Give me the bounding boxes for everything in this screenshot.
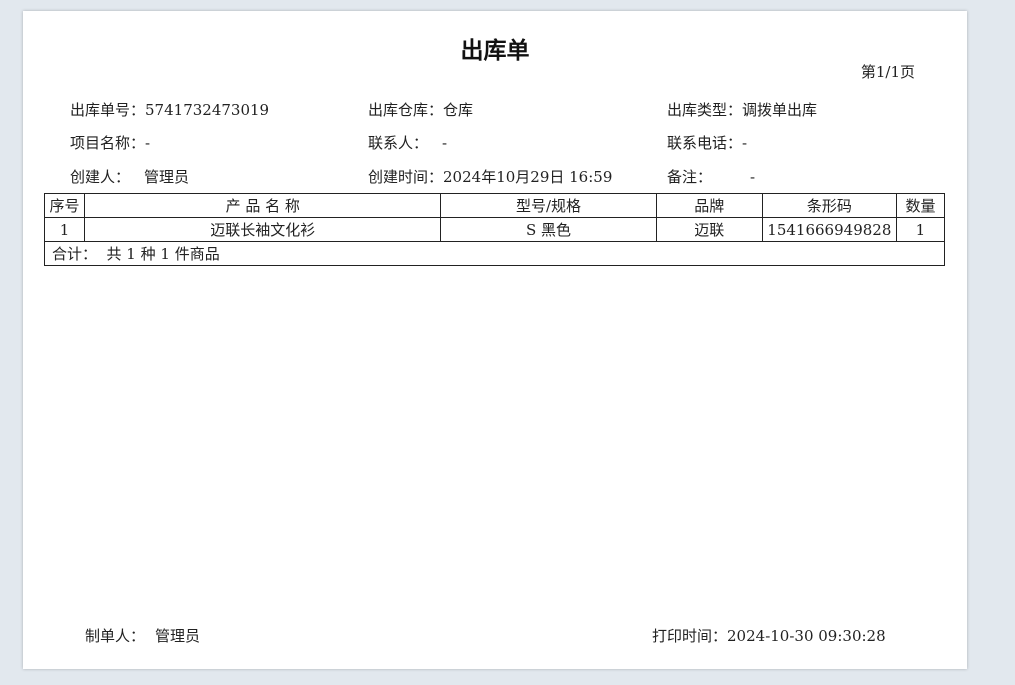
cell-quantity: 1 <box>895 217 946 242</box>
outbound-type-value: 调拨单出库 <box>742 101 818 119</box>
print-time-label: 打印时间： <box>652 627 728 645</box>
cell-barcode: 1541666949828 <box>761 217 897 242</box>
project-label: 项目名称： <box>70 134 146 152</box>
remark-label: 备注： <box>667 168 713 186</box>
order-number-value: 5741732473019 <box>145 101 270 119</box>
print-time-field: 打印时间：2024-10-30 09:30:28 <box>652 625 886 646</box>
column-header-product-name: 产 品 名 称 <box>84 193 442 218</box>
project-value: - <box>145 134 151 152</box>
order-number-field: 出库单号：5741732473019 <box>70 99 269 120</box>
column-header-model-spec: 型号/规格 <box>440 193 657 218</box>
creator-field: 创建人： 管理员 <box>70 166 189 187</box>
warehouse-value: 仓库 <box>443 101 474 119</box>
table-row: 1 迈联长袖文化衫 S 黑色 迈联 1541666949828 1 <box>43 217 946 242</box>
summary-row: 合计： 共 1 种 1 件商品 <box>44 241 945 266</box>
column-header-index: 序号 <box>43 193 86 218</box>
maker-field: 制单人： 管理员 <box>85 625 200 646</box>
contact-label: 联系人： <box>368 134 429 152</box>
phone-field: 联系电话：- <box>667 132 747 153</box>
outbound-type-field: 出库类型：调拨单出库 <box>667 99 817 120</box>
cell-model-spec: S 黑色 <box>440 217 657 242</box>
column-header-brand: 品牌 <box>655 193 763 218</box>
order-number-label: 出库单号： <box>70 101 146 119</box>
phone-label: 联系电话： <box>667 134 743 152</box>
remark-field: 备注： - <box>667 166 755 187</box>
warehouse-field: 出库仓库：仓库 <box>368 99 473 120</box>
cell-brand: 迈联 <box>655 217 763 242</box>
items-table: 序号 产 品 名 称 型号/规格 品牌 条形码 数量 1 迈联长袖文化衫 S 黑… <box>43 193 946 266</box>
creator-value: 管理员 <box>144 168 190 186</box>
maker-label: 制单人： <box>85 627 146 645</box>
print-preview-page: 出库单 第1/1页 出库单号：5741732473019 出库仓库：仓库 出库类… <box>23 11 967 669</box>
summary-cell: 合计： 共 1 种 1 件商品 <box>44 241 945 266</box>
outbound-type-label: 出库类型： <box>667 101 743 119</box>
created-time-label: 创建时间： <box>368 168 444 186</box>
cell-index: 1 <box>43 217 86 242</box>
table-header-row: 序号 产 品 名 称 型号/规格 品牌 条形码 数量 <box>43 193 946 218</box>
column-header-quantity: 数量 <box>895 193 946 218</box>
created-time-field: 创建时间：2024年10月29日 16:59 <box>368 166 612 187</box>
creator-label: 创建人： <box>70 168 131 186</box>
contact-value: - <box>442 134 448 152</box>
document-title: 出库单 <box>460 38 530 64</box>
cell-product-name: 迈联长袖文化衫 <box>84 217 442 242</box>
project-field: 项目名称：- <box>70 132 150 153</box>
maker-value: 管理员 <box>155 627 201 645</box>
page-number: 第1/1页 <box>860 63 915 81</box>
created-time-value: 2024年10月29日 16:59 <box>443 168 613 186</box>
print-time-value: 2024-10-30 09:30:28 <box>727 627 886 645</box>
contact-field: 联系人： - <box>368 132 447 153</box>
warehouse-label: 出库仓库： <box>368 101 444 119</box>
remark-value: - <box>750 168 756 186</box>
phone-value: - <box>742 134 748 152</box>
column-header-barcode: 条形码 <box>761 193 897 218</box>
